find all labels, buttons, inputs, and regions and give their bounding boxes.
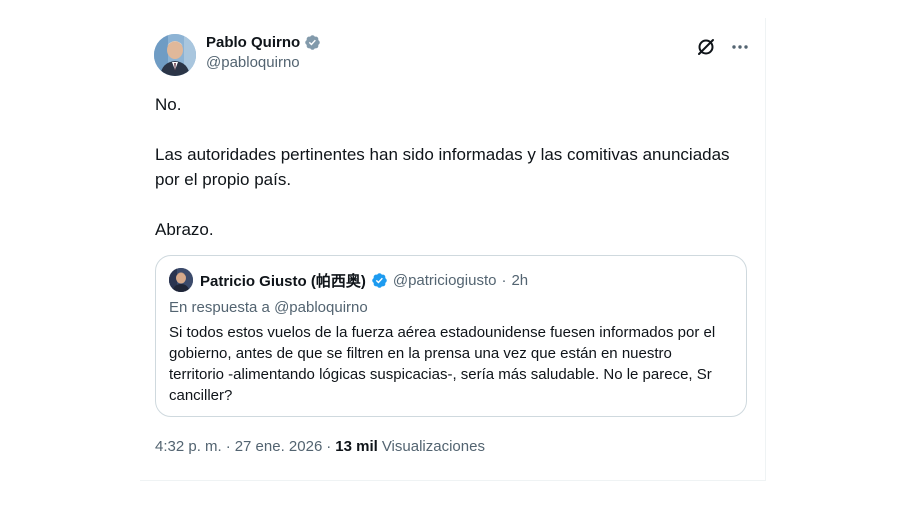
reply-to-prefix: En respuesta a xyxy=(169,299,270,316)
meta-separator: · xyxy=(225,438,231,455)
meta-separator: · xyxy=(326,438,332,455)
author-avatar[interactable] xyxy=(154,34,196,76)
grok-icon[interactable] xyxy=(695,36,717,58)
author-name[interactable]: Pablo Quirno xyxy=(206,34,300,51)
quote-header: Patricio Giusto (帕西奥) @patriciogiusto · … xyxy=(169,268,528,292)
views-count: 13 mil xyxy=(335,438,378,455)
quote-timestamp[interactable]: 2h xyxy=(511,272,528,289)
tweet-paragraph: No. xyxy=(155,95,182,114)
tweet-text: No. Las autoridades pertinentes han sido… xyxy=(155,92,745,267)
quote-separator: · xyxy=(501,271,507,289)
author-handle[interactable]: @pabloquirno xyxy=(206,54,321,71)
tweet-date[interactable]: 27 ene. 2026 xyxy=(235,438,323,455)
tweet-paragraph: Abrazo. xyxy=(155,220,214,239)
author-block: Pablo Quirno @pabloquirno xyxy=(206,34,321,71)
quote-text: Si todos estos vuelos de la fuerza aérea… xyxy=(169,324,716,404)
tweet-time[interactable]: 4:32 p. m. xyxy=(155,438,222,455)
header-actions xyxy=(695,36,751,58)
quoted-tweet[interactable]: Patricio Giusto (帕西奥) @patriciogiusto · … xyxy=(155,255,747,417)
quote-verified-badge-icon xyxy=(371,272,388,289)
reply-to-mention[interactable]: @pabloquirno xyxy=(274,299,368,316)
views-label: Visualizaciones xyxy=(381,438,485,455)
tweet-paragraph: Las autoridades pertinentes han sido inf… xyxy=(155,145,730,189)
quote-author-name[interactable]: Patricio Giusto (帕西奥) xyxy=(200,270,366,291)
page: Pablo Quirno @pabloquirno No. Las autori… xyxy=(0,0,900,505)
verified-badge-icon xyxy=(304,34,321,51)
reply-to-line: En respuesta a @pabloquirno xyxy=(169,299,368,316)
tweet: Pablo Quirno @pabloquirno No. Las autori… xyxy=(140,18,766,481)
tweet-header: Pablo Quirno @pabloquirno xyxy=(154,32,751,82)
quote-avatar[interactable] xyxy=(169,268,193,292)
more-icon[interactable] xyxy=(729,36,751,58)
tweet-meta: 4:32 p. m. · 27 ene. 2026 · 13 mil Visua… xyxy=(155,438,485,455)
author-line: Pablo Quirno xyxy=(206,34,321,51)
quote-author-handle[interactable]: @patriciogiusto xyxy=(393,272,497,289)
